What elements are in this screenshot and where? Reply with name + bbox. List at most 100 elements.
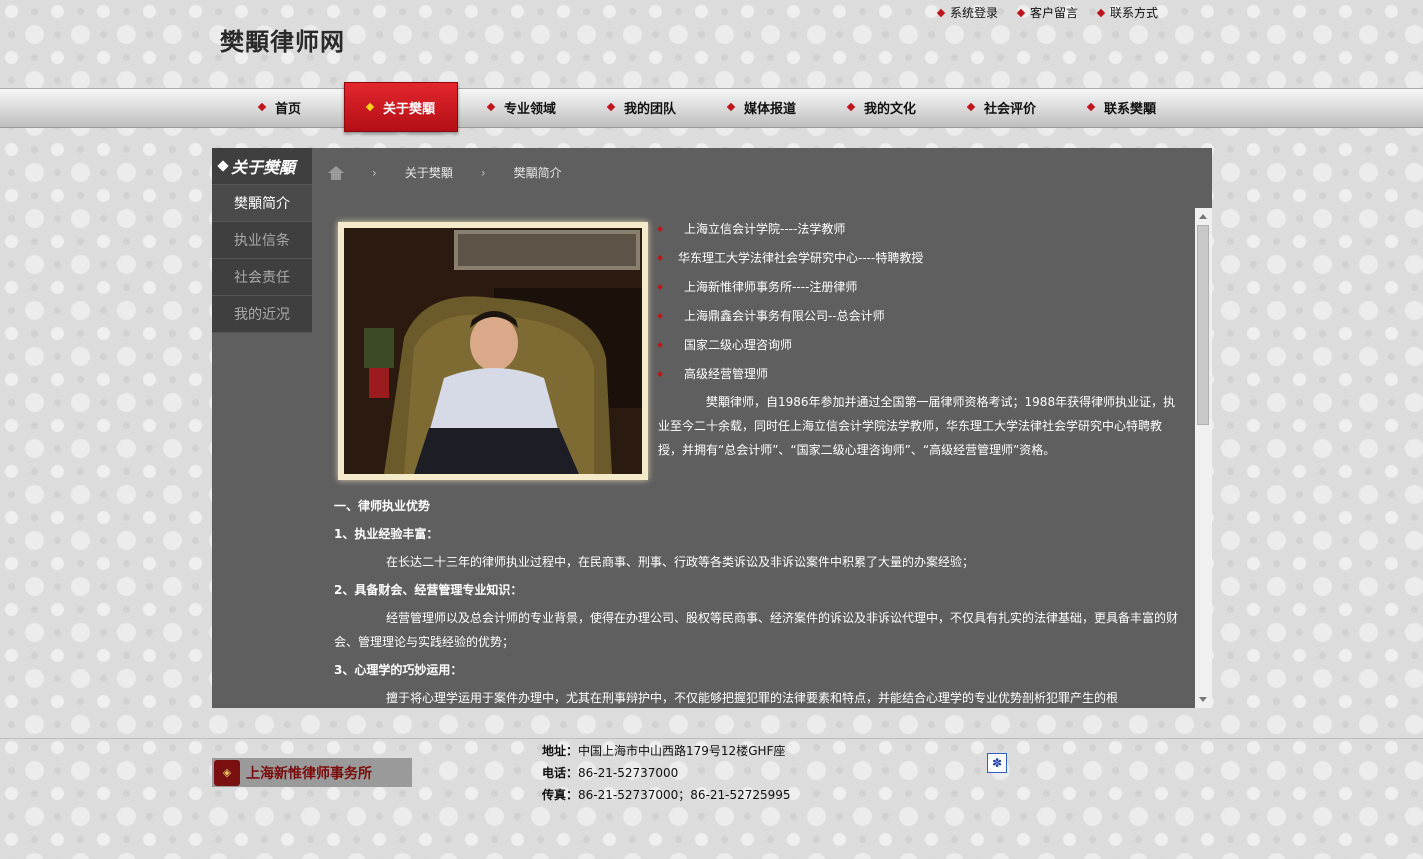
nav-item-contact[interactable]: 联系樊顒 (1062, 88, 1182, 126)
nav-label[interactable]: 关于樊顒 (383, 98, 435, 117)
phone-value: 86-21-52737000 (578, 766, 679, 780)
top-link-label[interactable]: 系统登录 (950, 4, 998, 21)
qualification-text: 高级经营管理师 (684, 367, 769, 381)
paragraph: 经营管理师以及总会计师的专业背景，使得在办理公司、股权等民商事、经济案件的诉讼及… (334, 611, 1179, 649)
subsection-title: 3、心理学的巧妙运用： (334, 663, 463, 677)
qualification-text: 上海鼎鑫会计事务有限公司--总会计师 (684, 309, 885, 323)
nav-label[interactable]: 媒体报道 (744, 98, 796, 117)
lawyer-photo (338, 222, 648, 480)
paragraph: 擅于将心理学运用于案件办理中，尤其在刑事辩护中，不仅能够把握犯罪的法律要素和特点… (386, 691, 1119, 705)
sidebar-item-creed[interactable]: 执业信条 (212, 222, 312, 259)
diamond-bullet-icon (365, 102, 375, 112)
footer-logo[interactable]: ◈ 上海新惟律师事务所 (212, 758, 412, 787)
subsection-title: 2、具备财会、经营管理专业知识： (334, 583, 523, 597)
qualification-text: 华东理工大学法律社会学研究中心----特聘教授 (678, 251, 924, 265)
article-body: 一、律师执业优势 1、执业经验丰富： 在长达二十三年的律师执业过程中，在民商事、… (334, 492, 1180, 712)
portrait-illustration (344, 228, 642, 474)
sidebar-item-profile[interactable]: 樊顒简介 (212, 185, 312, 222)
nav-label[interactable]: 首页 (275, 98, 301, 117)
fax-label: 传真： (542, 788, 579, 802)
nav-item-practice-areas[interactable]: 专业领域 (462, 88, 582, 126)
nav-item-reviews[interactable]: 社会评价 (942, 88, 1062, 126)
list-item: 上海鼎鑫会计事务有限公司--总会计师 (656, 301, 923, 330)
chevron-right-icon: › (372, 165, 377, 180)
nav-label[interactable]: 我的文化 (864, 98, 916, 117)
address-value: 中国上海市中山西路179号12楼GHF座 (578, 744, 786, 758)
footer-contact-info: 地址：中国上海市中山西路179号12楼GHF座 电话：86-21-5273700… (542, 740, 791, 806)
list-item: 上海新惟律师事务所----注册律师 (656, 272, 923, 301)
subsection-title: 1、执业经验丰富： (334, 527, 439, 541)
footer-address: 地址：中国上海市中山西路179号12楼GHF座 (542, 740, 791, 762)
scroll-thumb[interactable] (1197, 225, 1209, 425)
nav-label[interactable]: 社会评价 (984, 98, 1036, 117)
top-link-login[interactable]: 系统登录 (936, 4, 998, 21)
sidebar-title-label: 关于樊顒 (231, 158, 296, 177)
fax-value: 86-21-52737000；86-21-52725995 (578, 788, 791, 802)
content-panel: 关于樊顒 樊顒简介 执业信条 社会责任 我的近况 › 关于樊顒 › 樊顒简介 上… (212, 148, 1212, 708)
phone-label: 电话： (542, 766, 579, 780)
nav-item-home[interactable]: 首页 (220, 88, 340, 126)
footer-logo-text: 上海新惟律师事务所 (246, 765, 372, 782)
qualification-text: 国家二级心理咨询师 (684, 338, 793, 352)
bullet-icon (657, 312, 663, 319)
portrait-image (344, 228, 642, 474)
list-item: 高级经营管理师 (656, 359, 923, 388)
nav-label[interactable]: 专业领域 (504, 98, 556, 117)
sidebar: 关于樊顒 樊顒简介 执业信条 社会责任 我的近况 (212, 148, 312, 333)
bullet-icon (657, 225, 663, 232)
scroll-down-icon[interactable] (1199, 697, 1207, 702)
diamond-bullet-icon (936, 8, 946, 17)
diamond-bullet-icon (217, 160, 229, 172)
top-link-contact[interactable]: 联系方式 (1096, 4, 1158, 21)
footer-fax: 传真：86-21-52737000；86-21-52725995 (542, 784, 791, 806)
top-links: 系统登录 客户留言 联系方式 (936, 4, 1158, 21)
sidebar-item-recent[interactable]: 我的近况 (212, 296, 312, 333)
top-link-label[interactable]: 客户留言 (1030, 4, 1078, 21)
top-link-message[interactable]: 客户留言 (1016, 4, 1078, 21)
firm-emblem-icon: ◈ (214, 759, 240, 786)
chevron-right-icon: › (480, 165, 486, 180)
nav-item-media[interactable]: 媒体报道 (702, 88, 822, 126)
diamond-bullet-icon (257, 102, 267, 112)
top-link-label[interactable]: 联系方式 (1110, 4, 1158, 21)
address-label: 地址： (542, 744, 579, 758)
scroll-up-icon[interactable] (1199, 214, 1207, 219)
breadcrumb: › 关于樊顒 › 樊顒简介 (328, 164, 562, 181)
nav-label[interactable]: 我的团队 (624, 98, 676, 117)
baidu-paw-icon[interactable]: ✽ (987, 753, 1007, 773)
diamond-bullet-icon (1016, 8, 1026, 17)
footer-divider (0, 738, 1423, 739)
qualification-text: 上海立信会计学院----法学教师 (684, 222, 846, 236)
diamond-bullet-icon (486, 102, 496, 112)
site-logo[interactable]: 樊顒律师网 (220, 22, 345, 57)
nav-item-culture[interactable]: 我的文化 (822, 88, 942, 126)
diamond-bullet-icon (846, 102, 856, 112)
diamond-bullet-icon (1096, 8, 1106, 17)
nav-label[interactable]: 联系樊顒 (1104, 98, 1156, 117)
nav-item-about[interactable]: 关于樊顒 (344, 82, 458, 132)
vertical-scrollbar[interactable] (1195, 208, 1212, 708)
sidebar-item-responsibility[interactable]: 社会责任 (212, 259, 312, 296)
intro-paragraph: 樊顒律师，自1986年参加并通过全国第一届律师资格考试；1988年获得律师执业证… (658, 395, 1176, 457)
home-icon[interactable] (328, 165, 344, 180)
qualification-text: 上海新惟律师事务所----注册律师 (684, 280, 858, 294)
list-item: 上海立信会计学院----法学教师 (656, 214, 923, 243)
bullet-icon (657, 370, 663, 377)
nav-item-team[interactable]: 我的团队 (582, 88, 702, 126)
list-item: 国家二级心理咨询师 (656, 330, 923, 359)
list-item: 华东理工大学法律社会学研究中心----特聘教授 (656, 243, 923, 272)
breadcrumb-current: 樊顒简介 (513, 166, 562, 180)
paragraph: 在长达二十三年的律师执业过程中，在民商事、刑事、行政等各类诉讼及非诉讼案件中积累… (386, 555, 975, 569)
main-nav: 首页 关于樊顒 专业领域 我的团队 媒体报道 我的文化 社会评价 联系樊顒 (220, 82, 1182, 132)
diamond-bullet-icon (1086, 102, 1096, 112)
diamond-bullet-icon (966, 102, 976, 112)
qualifications-list: 上海立信会计学院----法学教师 华东理工大学法律社会学研究中心----特聘教授… (656, 214, 923, 388)
section-heading: 一、律师执业优势 (334, 499, 431, 513)
bullet-icon (657, 283, 663, 290)
sidebar-title: 关于樊顒 (212, 148, 312, 185)
bullet-icon (657, 341, 663, 348)
bullet-icon (657, 254, 663, 261)
diamond-bullet-icon (726, 102, 736, 112)
breadcrumb-about[interactable]: 关于樊顒 (405, 164, 453, 181)
diamond-bullet-icon (606, 102, 616, 112)
